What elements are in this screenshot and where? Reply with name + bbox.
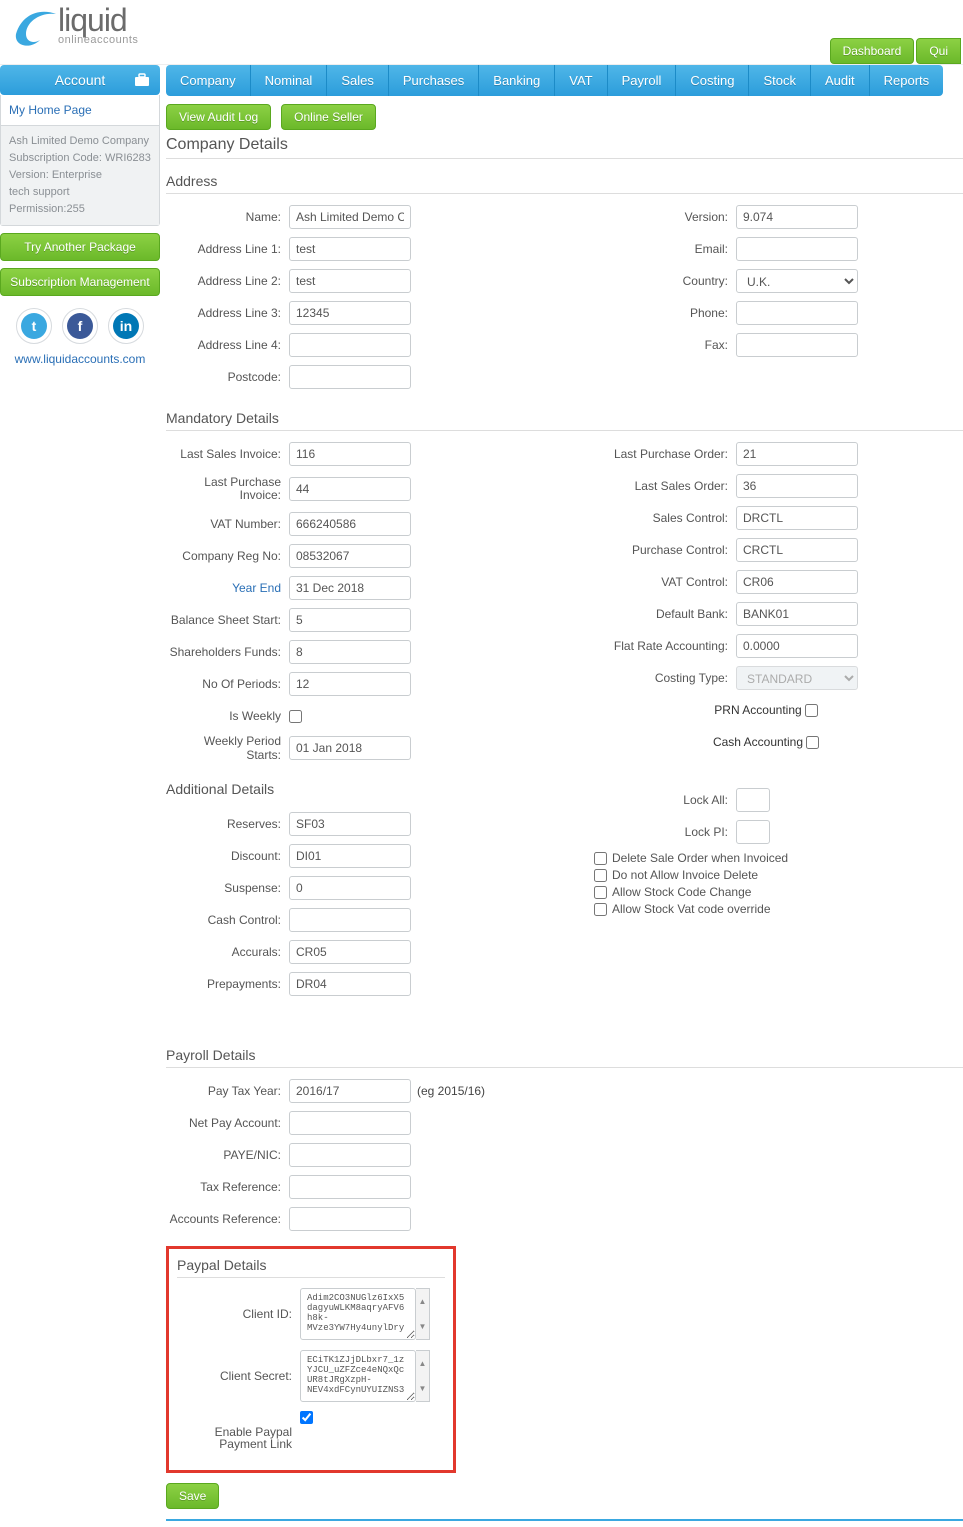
tab-company[interactable]: Company	[166, 65, 251, 96]
dashboard-button[interactable]: Dashboard	[830, 38, 915, 64]
side-info: Ash Limited Demo Company Subscription Co…	[1, 126, 159, 225]
account-label: Account	[55, 72, 106, 88]
accruals-input[interactable]	[289, 940, 411, 964]
mandatory-title: Mandatory Details	[166, 410, 963, 426]
no-of-periods-input[interactable]	[289, 672, 411, 696]
additional-title: Additional Details	[166, 781, 586, 797]
payroll-title: Payroll Details	[166, 1047, 963, 1063]
social-links: t f in	[0, 308, 160, 344]
company-reg-input[interactable]	[289, 544, 411, 568]
addr1-input[interactable]	[289, 237, 411, 261]
address-title: Address	[166, 173, 963, 189]
prepayments-input[interactable]	[289, 972, 411, 996]
account-menu[interactable]: Account	[0, 65, 160, 95]
facebook-icon[interactable]: f	[62, 308, 98, 344]
home-link[interactable]: My Home Page	[1, 95, 159, 126]
year-end-input	[289, 576, 411, 600]
default-bank-input[interactable]	[736, 602, 858, 626]
last-sales-order-input[interactable]	[736, 474, 858, 498]
paye-nic-input[interactable]	[289, 1143, 411, 1167]
net-pay-account-input[interactable]	[289, 1111, 411, 1135]
tab-nominal[interactable]: Nominal	[251, 65, 328, 96]
last-purchase-order-input[interactable]	[736, 442, 858, 466]
fax-input[interactable]	[736, 333, 858, 357]
quick-button[interactable]: Qui	[916, 38, 961, 64]
subscription-mgmt-button[interactable]: Subscription Management	[0, 268, 160, 296]
year-end-link[interactable]: Year End	[166, 581, 289, 595]
shareholders-funds-input[interactable]	[289, 640, 411, 664]
client-id-input[interactable]: Adim2CO3NUGlz6IxX5dagyuWLKM8aqryAFV6h8k-…	[300, 1288, 416, 1340]
try-package-button[interactable]: Try Another Package	[0, 233, 160, 261]
tab-costing[interactable]: Costing	[676, 65, 749, 96]
version-input	[736, 205, 858, 229]
phone-input[interactable]	[736, 301, 858, 325]
side-company: Ash Limited Demo Company	[9, 133, 151, 150]
logo: liquid onlineaccounts	[0, 4, 138, 48]
cash-accounting-checkbox[interactable]	[806, 736, 819, 749]
side-panel: My Home Page Ash Limited Demo Company Su…	[0, 95, 160, 226]
enable-paypal-checkbox[interactable]	[300, 1411, 313, 1424]
pay-tax-year-input[interactable]	[289, 1079, 411, 1103]
tab-vat[interactable]: VAT	[555, 65, 607, 96]
sales-control-input[interactable]	[736, 506, 858, 530]
tab-payroll[interactable]: Payroll	[608, 65, 677, 96]
addr3-input[interactable]	[289, 301, 411, 325]
site-link[interactable]: www.liquidaccounts.com	[0, 352, 160, 366]
linkedin-icon[interactable]: in	[108, 308, 144, 344]
twitter-icon[interactable]: t	[16, 308, 52, 344]
tab-stock[interactable]: Stock	[749, 65, 811, 96]
is-weekly-checkbox[interactable]	[289, 710, 302, 723]
vat-control-input[interactable]	[736, 570, 858, 594]
page-title: Company Details	[166, 136, 963, 154]
lock-all-input[interactable]	[736, 788, 770, 812]
tab-audit[interactable]: Audit	[811, 65, 870, 96]
delete-so-checkbox[interactable]	[594, 852, 607, 865]
email-input[interactable]	[736, 237, 858, 261]
save-button[interactable]: Save	[166, 1483, 219, 1509]
postcode-input[interactable]	[289, 365, 411, 389]
paypal-section: Paypal Details Client ID: Adim2CO3NUGlz6…	[166, 1246, 456, 1473]
stock-code-change-checkbox[interactable]	[594, 886, 607, 899]
textarea-scroll[interactable]: ▲▼	[416, 1350, 430, 1402]
view-audit-button[interactable]: View Audit Log	[166, 104, 271, 130]
last-purchase-invoice-input[interactable]	[289, 477, 411, 501]
prn-accounting-checkbox[interactable]	[805, 704, 818, 717]
client-secret-input[interactable]: ECiTK1ZJjDLbxr7_1zYJCU_uZFZce4eNQxQcUR8t…	[300, 1350, 416, 1402]
purchase-control-input[interactable]	[736, 538, 858, 562]
stock-vat-override-checkbox[interactable]	[594, 903, 607, 916]
flat-rate-input[interactable]	[736, 634, 858, 658]
nav-tabs: Company Nominal Sales Purchases Banking …	[166, 65, 963, 96]
weekly-period-starts-input	[289, 736, 411, 760]
suspense-input[interactable]	[289, 876, 411, 900]
tab-purchases[interactable]: Purchases	[389, 65, 479, 96]
bottom-divider	[166, 1519, 963, 1527]
country-select[interactable]: U.K.	[736, 269, 858, 293]
addr4-input[interactable]	[289, 333, 411, 357]
tab-banking[interactable]: Banking	[479, 65, 555, 96]
name-input[interactable]	[289, 205, 411, 229]
last-sales-invoice-input[interactable]	[289, 442, 411, 466]
lock-pi-input[interactable]	[736, 820, 770, 844]
cash-control-input[interactable]	[289, 908, 411, 932]
reserves-input[interactable]	[289, 812, 411, 836]
online-seller-button[interactable]: Online Seller	[281, 104, 376, 130]
tax-reference-input[interactable]	[289, 1175, 411, 1199]
vat-number-input[interactable]	[289, 512, 411, 536]
topbar: liquid onlineaccounts Dashboard Qui	[0, 0, 963, 65]
textarea-scroll[interactable]: ▲▼	[416, 1288, 430, 1340]
paypal-title: Paypal Details	[177, 1257, 445, 1273]
logo-text: liquid	[58, 6, 138, 34]
discount-input[interactable]	[289, 844, 411, 868]
accounts-reference-input[interactable]	[289, 1207, 411, 1231]
costing-type-select: STANDARD	[736, 666, 858, 690]
logo-subtext: onlineaccounts	[58, 34, 138, 46]
balance-sheet-start-input[interactable]	[289, 608, 411, 632]
logo-swish-icon	[10, 4, 58, 48]
no-invoice-delete-checkbox[interactable]	[594, 869, 607, 882]
tab-sales[interactable]: Sales	[327, 65, 389, 96]
tab-reports[interactable]: Reports	[870, 65, 944, 96]
addr2-input[interactable]	[289, 269, 411, 293]
briefcase-icon	[134, 73, 150, 87]
